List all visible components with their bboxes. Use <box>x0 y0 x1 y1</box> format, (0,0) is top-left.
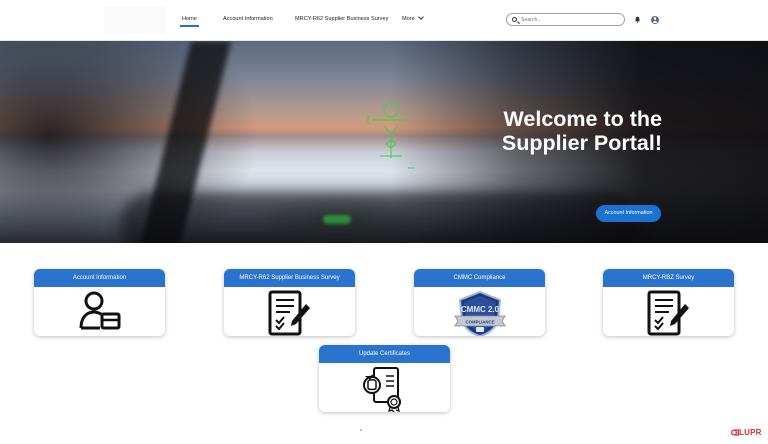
cmmc-badge-icon: CMMC 2.0 COMPLIANCE <box>453 290 506 336</box>
card-body <box>603 287 734 336</box>
survey-form-icon <box>268 290 310 336</box>
hero-banner: Welcome to the Supplier Portal! Account … <box>0 41 768 243</box>
hero-title-line2: Supplier Portal! <box>501 131 662 155</box>
hero-title: Welcome to the Supplier Portal! <box>470 107 662 155</box>
search-box[interactable] <box>506 13 625 26</box>
nav-more-label: More <box>402 16 415 22</box>
user-card-icon <box>79 291 120 330</box>
card-account-information[interactable]: Account Information <box>34 269 165 336</box>
hero-title-line1: Welcome to the <box>503 107 663 131</box>
card-mrcy-r62-survey[interactable]: MRCY-R62 Supplier Business Survey <box>224 269 355 336</box>
card-cmmc-compliance[interactable]: CMMC Compliance CMMC 2.0 COMPLIANCE <box>414 269 545 336</box>
card-body <box>224 287 355 336</box>
card-body <box>34 287 165 336</box>
bell-icon[interactable] <box>634 16 641 23</box>
nav-account-information[interactable]: Account Information <box>223 16 273 22</box>
card-title: Account Information <box>34 269 165 287</box>
nav-mrcy-r62-survey[interactable]: MRCY-R62 Supplier Business Survey <box>295 16 388 22</box>
survey-form-icon <box>647 290 689 336</box>
badge-ribbon-text: COMPLIANCE <box>465 319 494 324</box>
nav-active-indicator <box>180 25 199 27</box>
card-update-certificates[interactable]: Update Certificates <box>319 345 450 412</box>
badge-text: CMMC 2.0 <box>460 305 499 314</box>
page-indicator-dot <box>360 429 362 431</box>
card-mrcy-rbz-survey[interactable]: MRCY-RBZ Survey <box>603 269 734 336</box>
search-input[interactable] <box>521 15 621 25</box>
account-information-button[interactable]: Account Information <box>596 205 661 222</box>
user-avatar-icon[interactable] <box>651 16 659 24</box>
card-title: MRCY-RBZ Survey <box>603 269 734 287</box>
card-title: MRCY-R62 Supplier Business Survey <box>224 269 355 287</box>
chevron-down-icon <box>417 13 424 20</box>
certificate-icon <box>362 367 401 412</box>
footer-brand-logo: LUPR <box>730 428 762 437</box>
card-body <box>319 363 450 412</box>
top-navigation: Home Account Information MRCY-R62 Suppli… <box>0 0 768 41</box>
card-body: CMMC 2.0 COMPLIANCE <box>414 287 545 336</box>
hud-readout <box>323 215 351 224</box>
card-title: CMMC Compliance <box>414 269 545 287</box>
brand-text: LUPR <box>739 428 762 437</box>
card-title: Update Certificates <box>319 345 450 363</box>
hud-display-icon <box>367 102 415 169</box>
site-logo[interactable] <box>104 6 166 34</box>
nav-more[interactable]: More <box>402 13 424 22</box>
brand-mark-icon <box>730 429 740 436</box>
search-icon <box>512 16 517 22</box>
hero-image-dashboard <box>120 191 640 243</box>
nav-home[interactable]: Home <box>182 16 197 22</box>
